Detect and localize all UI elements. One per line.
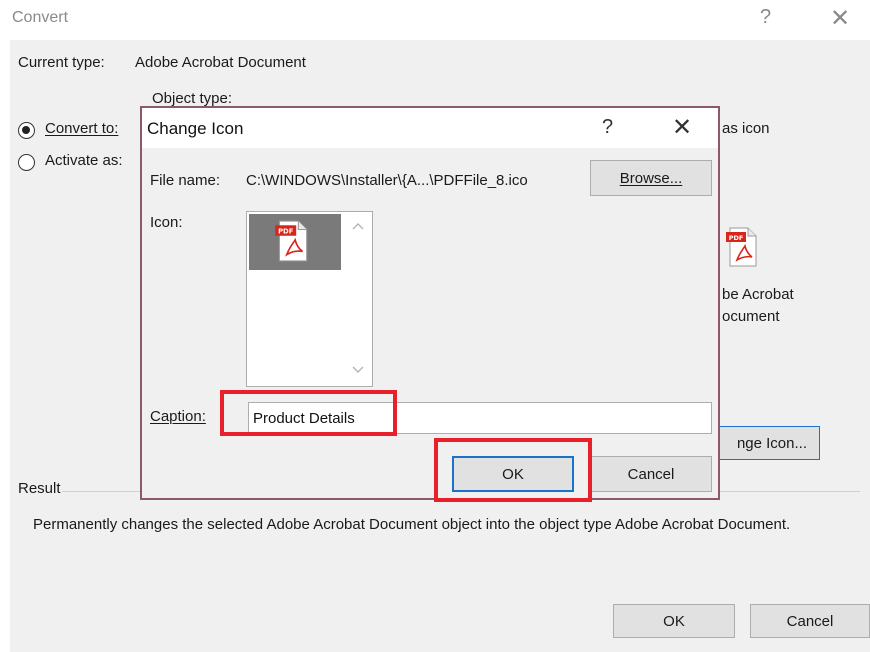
object-type-label: Object type: (152, 90, 233, 107)
change-icon-button-label: nge Icon... (736, 434, 807, 452)
change-icon-title: Change Icon (147, 119, 244, 138)
convert-dialog-title: Convert (12, 9, 69, 26)
icon-list-scrollbar[interactable] (343, 212, 372, 386)
browse-button-label: Browse... (619, 169, 683, 187)
change-icon-dialog: Change Icon ? ✕ File name: C:\WINDOWS\In… (140, 106, 720, 500)
result-description: Permanently changes the selected Adobe A… (33, 516, 791, 533)
caption-highlight-box (220, 390, 397, 436)
svg-text:PDF: PDF (729, 234, 744, 242)
convert-cancel-button[interactable]: Cancel (750, 604, 870, 638)
change-icon-cancel-label: Cancel (627, 465, 675, 483)
icon-list-item-selected[interactable]: PDF (249, 214, 341, 270)
current-type-label: Current type: (18, 54, 105, 71)
file-name-value: C:\WINDOWS\Installer\{A...\PDFFile_8.ico (246, 172, 528, 189)
change-icon-cancel-button[interactable]: Cancel (590, 456, 712, 492)
close-icon[interactable]: ✕ (672, 113, 692, 142)
icon-label: Icon: (150, 214, 183, 231)
caption-label: Caption: (150, 408, 206, 425)
activate-as-radio-option[interactable]: Activate as: (18, 152, 140, 174)
current-type-value: Adobe Acrobat Document (135, 54, 306, 71)
convert-ok-label: OK (663, 612, 685, 630)
ok-button-highlight-box (434, 438, 592, 502)
scroll-up-icon[interactable] (352, 222, 364, 230)
browse-button[interactable]: Browse... (590, 160, 712, 196)
pdf-badge-text: PDF (278, 228, 294, 236)
change-icon-titlebar: Change Icon ? ✕ (142, 108, 718, 148)
result-label: Result (18, 480, 61, 497)
pdf-file-icon: PDF (726, 227, 757, 267)
convert-titlebar: Convert ? ✕ (0, 0, 870, 40)
convert-cancel-label: Cancel (786, 612, 834, 630)
pdf-icon-preview: PDF (726, 226, 758, 272)
icon-listbox[interactable]: PDF (246, 211, 373, 387)
convert-ok-button[interactable]: OK (613, 604, 735, 638)
icon-caption-line-1: be Acrobat (722, 286, 794, 303)
convert-to-radio-option[interactable]: Convert to: (18, 120, 140, 142)
convert-to-radio[interactable] (18, 122, 35, 139)
icon-caption-line-2: ocument (722, 308, 780, 325)
help-icon[interactable]: ? (760, 6, 771, 29)
activate-as-label: Activate as: (45, 152, 123, 169)
help-icon[interactable]: ? (602, 116, 613, 139)
activate-as-radio[interactable] (18, 154, 35, 171)
convert-to-label: Convert to: (45, 120, 119, 137)
pdf-file-icon: PDF (275, 220, 308, 262)
close-icon[interactable]: ✕ (830, 4, 850, 33)
scroll-down-icon[interactable] (352, 366, 364, 374)
file-name-label: File name: (150, 172, 221, 189)
display-as-icon-label[interactable]: as icon (722, 120, 770, 137)
